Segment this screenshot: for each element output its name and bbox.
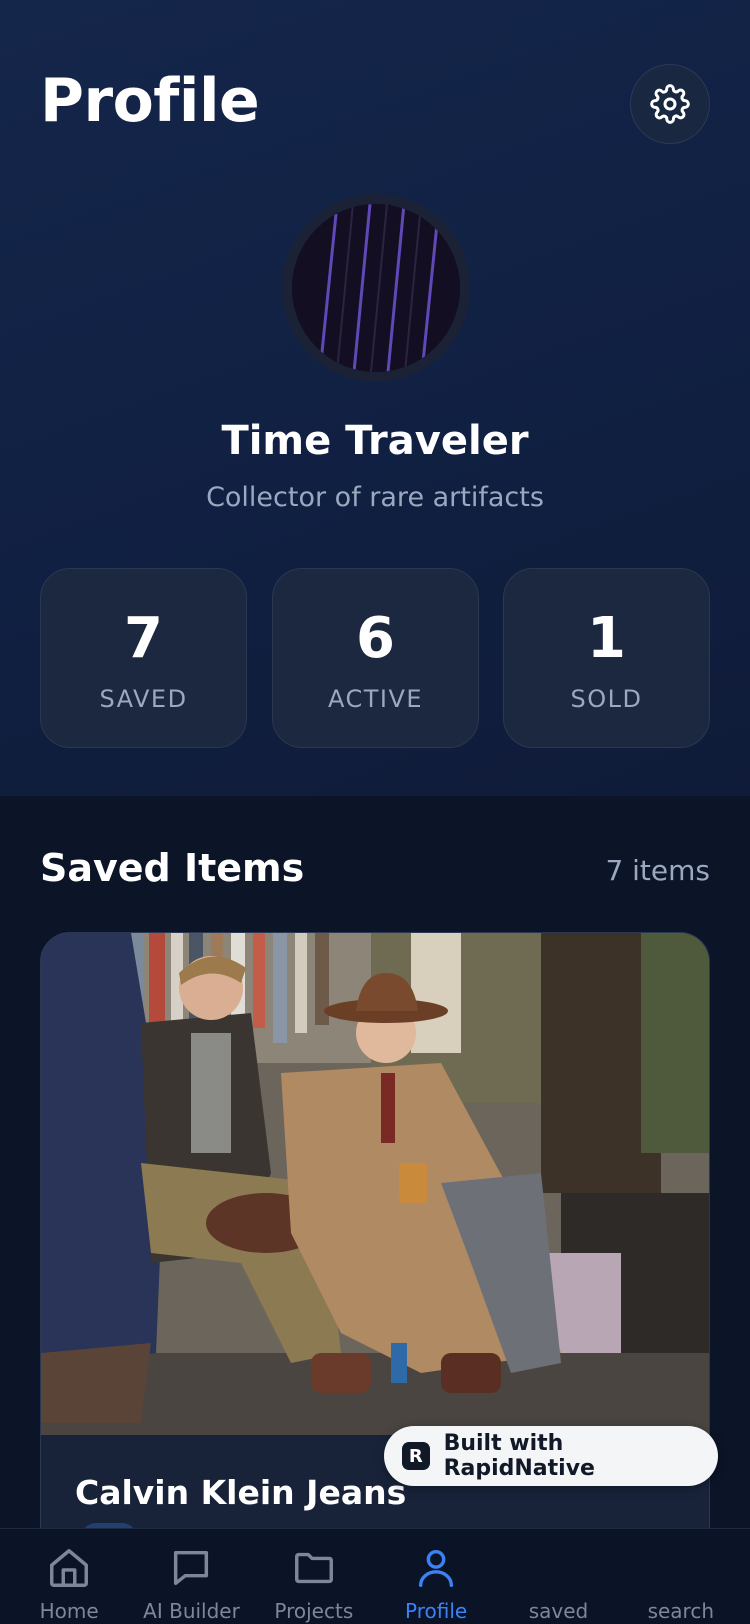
item-count: 7 items (605, 854, 710, 887)
stat-label: SAVED (99, 685, 188, 713)
item-photo (41, 933, 709, 1435)
tab-profile[interactable]: Profile (375, 1529, 497, 1624)
stat-value: 6 (356, 606, 395, 671)
chat-bubble-icon (174, 1550, 209, 1586)
user-bio: Collector of rare artifacts (206, 482, 544, 513)
gear-icon (650, 84, 690, 124)
home-icon (50, 1549, 89, 1587)
folder-icon (294, 1552, 333, 1584)
tab-home[interactable]: Home (8, 1529, 130, 1624)
bookmark-icon (535, 1545, 581, 1591)
item-title: Calvin Klein Jeans (75, 1473, 407, 1512)
tab-label: search (647, 1599, 715, 1623)
stat-value: 7 (124, 606, 163, 671)
tab-label: AI Builder (143, 1599, 240, 1623)
stat-value: 1 (587, 606, 626, 671)
bottom-tab-bar: Home AI Builder Projects Profile saved s… (0, 1528, 750, 1624)
tab-saved[interactable]: saved (497, 1529, 619, 1624)
tab-projects[interactable]: Projects (253, 1529, 375, 1624)
stat-card-sold[interactable]: 1 SOLD (503, 568, 710, 748)
tab-label: saved (528, 1599, 589, 1623)
avatar-image (292, 204, 460, 372)
tab-label: Home (39, 1599, 99, 1623)
section-title: Saved Items (40, 846, 305, 890)
tab-search[interactable]: search (620, 1529, 742, 1624)
built-with-badge[interactable]: R Built with RapidNative (384, 1426, 718, 1486)
stat-card-saved[interactable]: 7 SAVED (40, 568, 247, 748)
badge-text: Built with RapidNative (443, 1431, 595, 1481)
search-icon (658, 1545, 704, 1591)
saved-item-card[interactable]: Calvin Klein Jeans (40, 932, 710, 1624)
tab-ai-builder[interactable]: AI Builder (130, 1529, 252, 1624)
avatar[interactable] (282, 194, 470, 382)
stat-label: SOLD (570, 685, 643, 713)
user-icon (419, 1549, 454, 1587)
page-title: Profile (40, 66, 260, 136)
stat-card-active[interactable]: 6 ACTIVE (272, 568, 479, 748)
user-name: Time Traveler (221, 418, 529, 464)
stat-label: ACTIVE (327, 685, 424, 713)
tab-label: Projects (274, 1599, 354, 1623)
rapidnative-logo-icon: R (402, 1442, 430, 1470)
tab-label: Profile (405, 1599, 468, 1623)
settings-button[interactable] (630, 64, 710, 144)
